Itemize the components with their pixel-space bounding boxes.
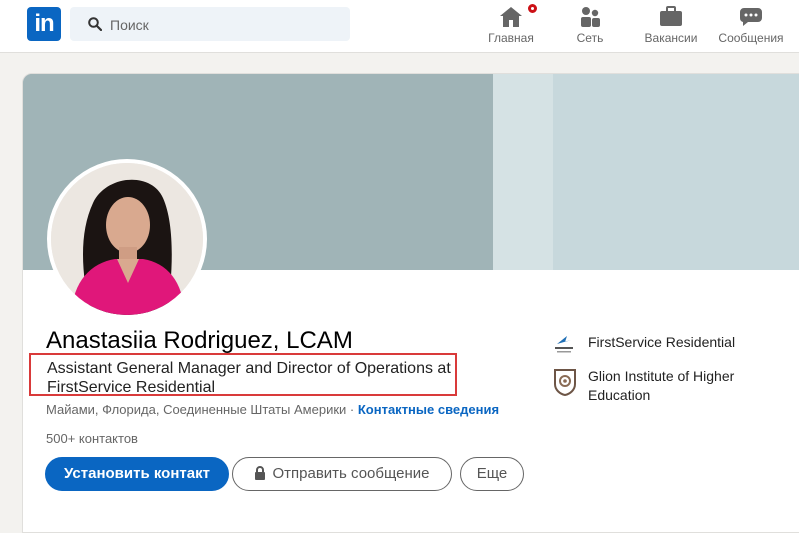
connect-button[interactable]: Установить контакт (45, 457, 229, 491)
messaging-icon (739, 8, 762, 26)
profile-headline: Assistant General Manager and Director o… (47, 360, 451, 396)
nav-messaging[interactable]: Сообщения (716, 4, 786, 48)
message-button-label: Отправить сообщение (272, 465, 430, 482)
contact-info-link[interactable]: Контактные сведения (358, 402, 499, 417)
headline-highlight-box: Assistant General Manager and Director o… (29, 353, 457, 396)
nav-home-label: Главная (488, 31, 534, 45)
nav-messaging-label: Сообщения (718, 31, 784, 45)
search-box[interactable] (70, 7, 350, 43)
search-input[interactable] (108, 7, 342, 43)
network-icon (581, 7, 600, 27)
profile-name: Anastasiia Rodriguez, LCAM (46, 327, 353, 354)
nav-jobs[interactable]: Вакансии (640, 4, 702, 48)
glion-logo-icon (554, 369, 576, 396)
home-icon (500, 7, 522, 27)
nav-jobs-label: Вакансии (644, 31, 698, 45)
connections-count: 500+ контактов (46, 431, 138, 446)
notification-badge (526, 2, 539, 15)
profile-photo (51, 163, 203, 315)
profile-card: Anastasiia Rodriguez, LCAM Assistant Gen… (22, 73, 799, 533)
jobs-icon (660, 6, 682, 26)
search-icon (88, 17, 102, 31)
education-glion[interactable]: Glion Institute of Higher Education (588, 367, 778, 405)
nav-home[interactable]: Главная (487, 2, 539, 48)
top-nav: in Главная Сеть (0, 0, 799, 53)
profile-avatar[interactable] (47, 159, 207, 319)
experience-firstservice[interactable]: FirstService Residential (588, 333, 735, 352)
profile-location: Майами, Флорида, Соединенные Штаты Амери… (46, 402, 347, 417)
firstservice-logo-icon (555, 336, 573, 353)
nav-network-label: Сеть (576, 31, 604, 45)
nav-network[interactable]: Сеть (570, 4, 610, 48)
linkedin-logo[interactable]: in (27, 7, 61, 41)
lock-icon (255, 465, 266, 480)
message-button[interactable]: Отправить сообщение (232, 457, 452, 491)
location-separator: · (346, 402, 358, 417)
more-button[interactable]: Еще (460, 457, 524, 491)
profile-location-line: Майами, Флорида, Соединенные Штаты Амери… (46, 402, 499, 417)
